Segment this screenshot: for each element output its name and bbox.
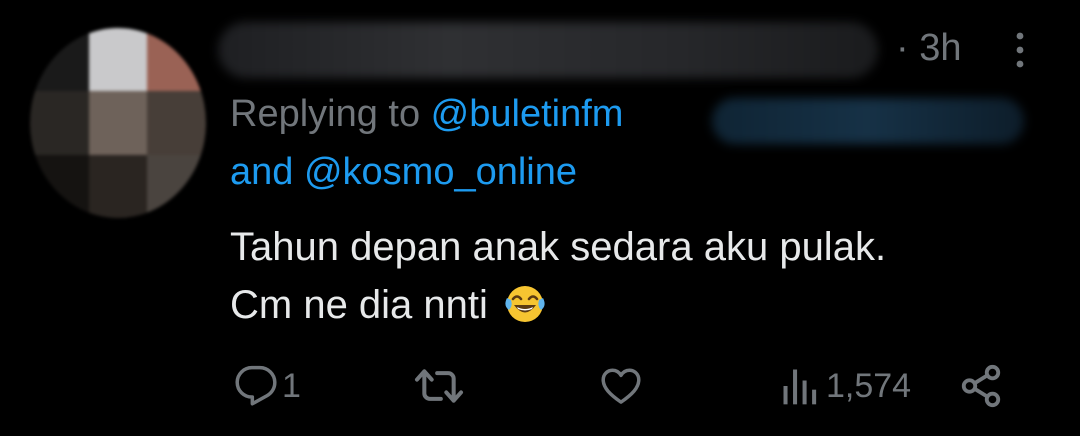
reply-count: 1 bbox=[282, 367, 301, 405]
tweet-text-line-2: Cm ne dia nnti bbox=[230, 276, 886, 334]
tweet-text-line-2-content: Cm ne dia nnti bbox=[230, 283, 488, 327]
replying-to-line-2: and @kosmo_online bbox=[230, 148, 577, 196]
reply-icon bbox=[235, 365, 277, 406]
tweet-text: Tahun depan anak sedara aku pulak. Cm ne… bbox=[230, 218, 886, 334]
like-button[interactable] bbox=[598, 360, 648, 412]
tears-of-joy-emoji-icon bbox=[505, 286, 545, 322]
mention-and-label[interactable]: and bbox=[230, 151, 304, 193]
redacted-username[interactable] bbox=[218, 22, 878, 78]
share-icon bbox=[961, 364, 1001, 408]
more-options-icon[interactable] bbox=[1012, 30, 1028, 70]
share-button[interactable] bbox=[958, 360, 1004, 412]
mention-link-2[interactable]: @kosmo_online bbox=[304, 151, 577, 193]
replying-to-line: Replying to @buletinfm bbox=[230, 90, 623, 138]
views-bar-chart-icon bbox=[783, 369, 817, 405]
redacted-mention[interactable] bbox=[712, 98, 1024, 144]
views-count: 1,574 bbox=[826, 367, 912, 405]
tweet-timestamp[interactable]: · 3h bbox=[896, 26, 961, 70]
mention-link[interactable]: @buletinfm bbox=[431, 93, 624, 135]
reply-button[interactable]: 1 bbox=[234, 360, 301, 412]
views-button[interactable]: 1,574 bbox=[778, 360, 911, 412]
retweet-icon bbox=[414, 369, 464, 403]
heart-icon bbox=[601, 368, 641, 404]
avatar[interactable] bbox=[30, 28, 206, 218]
retweet-button[interactable] bbox=[412, 360, 470, 412]
replying-to-label: Replying to bbox=[230, 93, 431, 135]
tweet-text-line-1: Tahun depan anak sedara aku pulak. bbox=[230, 225, 887, 269]
